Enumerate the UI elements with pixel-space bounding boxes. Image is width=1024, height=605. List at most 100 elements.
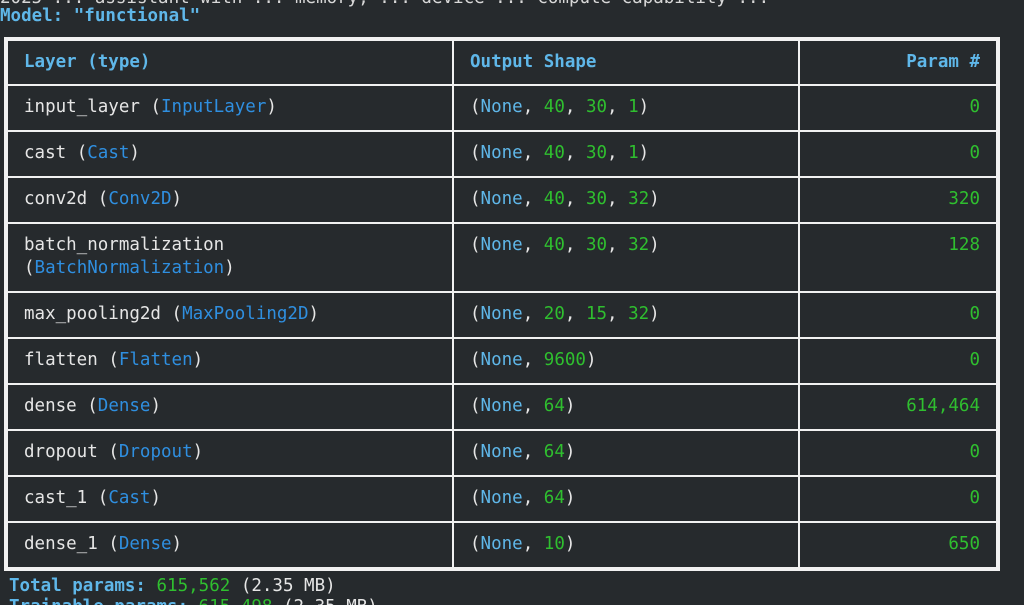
table-row: cast_1 (Cast) (None, 64) 0 [6, 475, 998, 523]
layer-cell: dropout (Dropout) [6, 429, 454, 477]
output-shape-cell: (None, 40, 30, 1) [452, 84, 800, 132]
layer-name: conv2d [24, 189, 88, 209]
table-row: cast (Cast) (None, 40, 30, 1) 0 [6, 130, 998, 178]
output-shape-cell: (None, 40, 30, 32) [452, 176, 800, 224]
param-count-cell: 0 [798, 475, 998, 523]
param-count-cell: 0 [798, 429, 998, 477]
trainable-params-value: 615,498 [199, 597, 273, 605]
shape-batch-dim: None [480, 488, 523, 508]
layer-name: batch_normalization [24, 235, 225, 255]
param-count-cell: 128 [798, 222, 998, 293]
layer-name: dropout [24, 442, 98, 462]
param-count-cell: 650 [798, 521, 998, 569]
layer-type: BatchNormalization [34, 258, 225, 278]
layer-name: max_pooling2d [24, 304, 161, 324]
layer-type: Dense [118, 534, 172, 554]
table-row: batch_normalization (BatchNormalization)(… [6, 222, 998, 293]
output-shape-cell: (None, 40, 30, 32) [452, 222, 800, 293]
output-shape-cell: (None, 20, 15, 32) [452, 291, 800, 339]
layer-type: Conv2D [108, 189, 172, 209]
total-params-line: Total params: 615,562 (2.35 MB) [9, 576, 336, 596]
output-shape-cell: (None, 40, 30, 1) [452, 130, 800, 178]
shape-batch-dim: None [480, 97, 523, 117]
layer-cell: flatten (Flatten) [6, 337, 454, 385]
trainable-params-line: Trainable params: 615,498 (2.35 MB) [9, 597, 378, 605]
shape-batch-dim: None [480, 304, 523, 324]
table-row: conv2d (Conv2D) (None, 40, 30, 32) 320 [6, 176, 998, 224]
layer-type: Dense [97, 396, 151, 416]
table-row: dense_1 (Dense) (None, 10) 650 [6, 521, 998, 569]
layer-type: MaxPooling2D [182, 304, 309, 324]
shape-dim: 64 [543, 396, 565, 416]
layer-name: dense_1 [24, 534, 98, 554]
output-shape-cell: (None, 9600) [452, 337, 800, 385]
shape-dim: 40 [543, 235, 565, 255]
shape-batch-dim: None [480, 396, 523, 416]
layer-name: cast [24, 143, 67, 163]
shape-dim: 20 [543, 304, 565, 324]
layer-type: Dropout [118, 442, 193, 462]
shape-dim: 10 [543, 534, 565, 554]
layer-cell: cast_1 (Cast) [6, 475, 454, 523]
total-params-value: 615,562 [156, 576, 231, 596]
table-row: input_layer (InputLayer) (None, 40, 30, 1… [6, 84, 998, 132]
output-shape-cell: (None, 64) [452, 383, 800, 431]
shape-dim: 30 [585, 189, 608, 209]
table-header-row: Layer (type) Output Shape Param # [6, 39, 998, 86]
shape-dim: 64 [543, 488, 565, 508]
layer-type: Flatten [118, 350, 193, 370]
param-count-cell: 0 [798, 291, 998, 339]
total-params-label: Total params: [9, 576, 146, 596]
layer-type: Cast [87, 143, 130, 163]
shape-batch-dim: None [480, 143, 523, 163]
layer-cell: dense (Dense) [6, 383, 454, 431]
layer-type: Cast [108, 488, 151, 508]
terminal-output: 2025-... assistant with ... memory; ... … [0, 0, 1024, 605]
column-header-output-shape: Output Shape [452, 39, 800, 86]
shape-dim: 32 [628, 304, 650, 324]
shape-dim: 1 [628, 143, 639, 163]
total-params-size: (2.35 MB) [240, 576, 336, 596]
shape-batch-dim: None [480, 189, 523, 209]
output-shape-cell: (None, 64) [452, 429, 800, 477]
model-summary-table: Layer (type) Output Shape Param # input_… [4, 37, 1000, 571]
layer-cell: input_layer (InputLayer) [6, 84, 454, 132]
layer-cell: cast (Cast) [6, 130, 454, 178]
column-header-layer: Layer (type) [6, 39, 454, 86]
layer-cell: conv2d (Conv2D) [6, 176, 454, 224]
shape-batch-dim: None [480, 350, 523, 370]
shape-dim: 15 [585, 304, 608, 324]
layer-cell: batch_normalization (BatchNormalization) [6, 222, 454, 293]
layer-name: cast_1 [24, 488, 88, 508]
table-row: flatten (Flatten) (None, 9600) 0 [6, 337, 998, 385]
output-shape-cell: (None, 10) [452, 521, 800, 569]
layer-name: dense [24, 396, 77, 416]
shape-dim: 30 [585, 143, 608, 163]
param-count-cell: 0 [798, 130, 998, 178]
shape-dim: 64 [543, 442, 565, 462]
table-row: dense (Dense) (None, 64) 614,464 [6, 383, 998, 431]
shape-batch-dim: None [480, 442, 523, 462]
shape-batch-dim: None [480, 235, 523, 255]
shape-dim: 32 [628, 235, 650, 255]
layer-cell: dense_1 (Dense) [6, 521, 454, 569]
shape-dim: 9600 [543, 350, 586, 370]
shape-batch-dim: None [480, 534, 523, 554]
table-row: max_pooling2d (MaxPooling2D) (None, 20, 1… [6, 291, 998, 339]
shape-dim: 40 [543, 97, 565, 117]
layer-cell: max_pooling2d (MaxPooling2D) [6, 291, 454, 339]
trainable-params-label: Trainable params: [9, 597, 188, 605]
shape-dim: 30 [585, 235, 608, 255]
shape-dim: 1 [628, 97, 639, 117]
table-row: dropout (Dropout) (None, 64) 0 [6, 429, 998, 477]
layer-name: input_layer [24, 97, 140, 117]
model-title: Model: "functional" [0, 6, 201, 26]
layer-type: InputLayer [161, 97, 267, 117]
shape-dim: 32 [628, 189, 650, 209]
column-header-params: Param # [798, 39, 998, 86]
layer-name: flatten [24, 350, 98, 370]
table-body: input_layer (InputLayer) (None, 40, 30, 1… [6, 84, 998, 569]
param-count-cell: 320 [798, 176, 998, 224]
shape-dim: 30 [585, 97, 608, 117]
output-shape-cell: (None, 64) [452, 475, 800, 523]
